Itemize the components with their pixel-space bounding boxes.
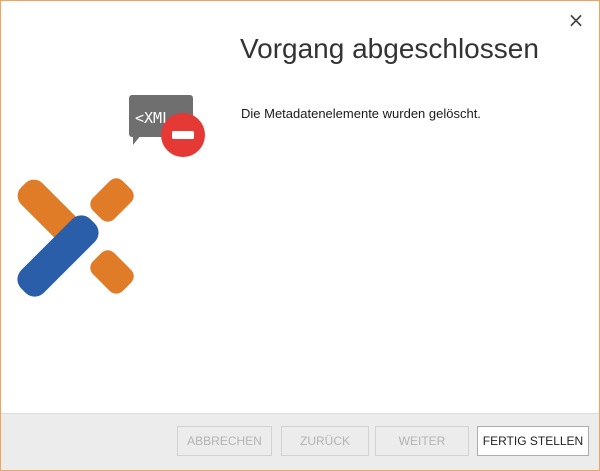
status-message: Die Metadatenelemente wurden gelöscht. — [241, 106, 481, 121]
close-button[interactable]: × — [567, 9, 585, 31]
cancel-button[interactable]: ABBRECHEN — [177, 426, 272, 456]
wizard-dialog: × Vorgang abgeschlossen Die Metadatenele… — [0, 0, 600, 471]
app-logo: <XML — [17, 95, 205, 297]
x-cross-icon — [17, 178, 134, 297]
delete-badge-icon — [161, 113, 205, 157]
back-button[interactable]: ZURÜCK — [281, 426, 369, 456]
page-title: Vorgang abgeschlossen — [240, 33, 539, 64]
finish-button[interactable]: FERTIG STELLEN — [477, 426, 589, 456]
next-button[interactable]: WEITER — [375, 426, 469, 456]
wizard-footer: ABBRECHEN ZURÜCK WEITER FERTIG STELLEN — [1, 413, 599, 470]
